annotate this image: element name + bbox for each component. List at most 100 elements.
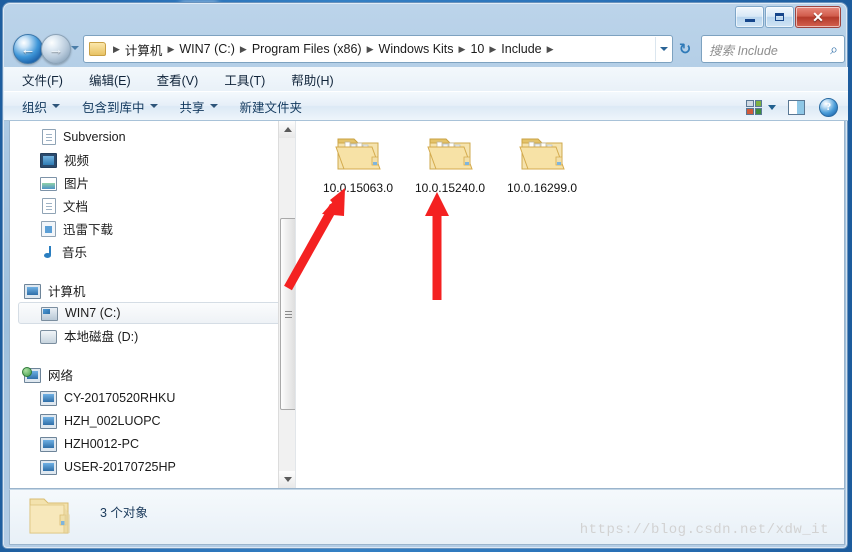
sidebar-item-label: 文档: [63, 200, 89, 214]
sidebar-item-hzh-002luopc[interactable]: HZH_002LUOPC: [10, 409, 295, 432]
sidebar-section-computer[interactable]: 计算机: [10, 279, 295, 302]
sidebar-item-label: 本地磁盘 (D:): [64, 330, 139, 344]
navigation-pane: Subversion 视频 图片 文档 迅雷下载 音乐 计算机 WIN7 (C:…: [10, 121, 296, 488]
disk-icon: [40, 329, 57, 344]
breadcrumb-item-1[interactable]: WIN7 (C:): [177, 41, 237, 57]
breadcrumb-item-4[interactable]: 10: [468, 41, 486, 57]
breadcrumb-item-3[interactable]: Windows Kits: [377, 41, 456, 57]
view-tile-2: [754, 99, 762, 107]
sidebar-item-label: 计算机: [48, 285, 86, 299]
command-bar-right: ?: [746, 92, 838, 122]
chevron-down-icon: [149, 104, 158, 108]
sidebar-item-label: WIN7 (C:): [65, 306, 121, 320]
explorer-window: ✕ ← → ▶ 计算机 ▶ WIN7 (C:) ▶ Program Files …: [2, 2, 848, 549]
sidebar-item-thunder-downloads[interactable]: 迅雷下载: [10, 217, 295, 240]
document-icon: [42, 197, 56, 214]
scrollbar-thumb[interactable]: [280, 218, 295, 410]
breadcrumb-item-2[interactable]: Program Files (x86): [250, 41, 364, 57]
organize-button[interactable]: 组织: [22, 97, 61, 116]
status-item-count: 3 个对象: [100, 506, 148, 520]
menu-item-tools[interactable]: 工具(T): [220, 68, 269, 91]
download-icon: [41, 220, 56, 237]
list-item[interactable]: 10.0.15063.0: [314, 133, 402, 196]
breadcrumb-separator: ▶: [113, 43, 120, 54]
scroll-down-button[interactable]: [279, 471, 295, 488]
include-in-library-label: 包含到库中: [82, 100, 145, 115]
menu-bar: 文件(F) 编辑(E) 查看(V) 工具(T) 帮助(H): [4, 67, 848, 91]
search-input[interactable]: 搜索 Include: [709, 40, 824, 59]
change-view-icon[interactable]: [746, 99, 762, 115]
breadcrumb-separator: ▶: [458, 43, 466, 54]
chevron-down-icon[interactable]: [768, 104, 776, 110]
menu-item-help[interactable]: 帮助(H): [287, 68, 337, 91]
document-icon: [42, 128, 56, 145]
menu-item-file[interactable]: 文件(F): [18, 68, 67, 91]
share-button[interactable]: 共享: [180, 97, 218, 116]
file-list-pane[interactable]: 10.0.15063.0 10.0.15240.0 10.0.16299.0: [296, 121, 844, 488]
list-item-label: 10.0.15240.0: [414, 181, 486, 195]
navigation-scrollbar[interactable]: [278, 121, 295, 488]
minimize-button[interactable]: [735, 5, 764, 28]
explorer-body: Subversion 视频 图片 文档 迅雷下载 音乐 计算机 WIN7 (C:…: [9, 121, 845, 489]
screenshot-root: ✕ ← → ▶ 计算机 ▶ WIN7 (C:) ▶ Program Files …: [0, 0, 852, 552]
sidebar-item-cy-20170520rhku[interactable]: CY-20170520RHKU: [10, 386, 295, 409]
sidebar-item-videos[interactable]: 视频: [10, 148, 295, 171]
sidebar-item-subversion[interactable]: Subversion: [10, 125, 295, 148]
include-in-library-button[interactable]: 包含到库中: [82, 97, 158, 116]
sidebar-item-user-20170725hp[interactable]: USER-20170725HP: [10, 455, 295, 478]
list-item-label: 10.0.16299.0: [506, 181, 578, 195]
picture-icon: [40, 176, 57, 191]
share-label: 共享: [179, 100, 205, 115]
maximize-button[interactable]: [765, 5, 794, 28]
help-icon[interactable]: ?: [819, 97, 838, 117]
breadcrumb-separator: ▶: [167, 43, 175, 54]
list-item[interactable]: 10.0.16299.0: [498, 133, 586, 196]
close-button[interactable]: ✕: [795, 5, 841, 28]
refresh-button[interactable]: ↻: [671, 35, 699, 63]
computer-icon: [40, 436, 57, 452]
sidebar-item-local-disk-d[interactable]: 本地磁盘 (D:): [10, 324, 295, 347]
sidebar-item-documents[interactable]: 文档: [10, 194, 295, 217]
sidebar-item-win7-c[interactable]: WIN7 (C:): [18, 302, 287, 324]
history-dropdown-icon[interactable]: [71, 46, 79, 50]
address-dropdown-icon[interactable]: [655, 37, 672, 61]
list-item[interactable]: 10.0.15240.0: [406, 133, 494, 196]
breadcrumb: ▶ 计算机 ▶ WIN7 (C:) ▶ Program Files (x86) …: [108, 39, 655, 60]
computer-icon: [40, 459, 57, 475]
sidebar-item-hzh0012-pc[interactable]: HZH0012-PC: [10, 432, 295, 455]
new-folder-label: 新建文件夹: [239, 100, 303, 115]
menu-item-edit[interactable]: 编辑(E): [85, 68, 135, 91]
window-controls: ✕: [734, 5, 841, 28]
address-bar[interactable]: ▶ 计算机 ▶ WIN7 (C:) ▶ Program Files (x86) …: [83, 35, 673, 63]
search-box[interactable]: 搜索 Include ⌕: [701, 35, 845, 63]
breadcrumb-item-0[interactable]: 计算机: [123, 39, 165, 60]
folder-icon: [332, 133, 384, 177]
breadcrumb-separator: ▶: [489, 43, 497, 54]
folder-icon: [516, 133, 568, 177]
folder-icon: [89, 42, 106, 56]
network-icon: [22, 366, 41, 383]
computer-icon: [24, 283, 41, 299]
breadcrumb-item-5[interactable]: Include: [499, 41, 543, 57]
sidebar-item-label: Subversion: [63, 129, 126, 144]
sidebar-item-label: 迅雷下载: [63, 223, 114, 237]
back-button[interactable]: ←: [13, 34, 43, 64]
organize-label: 组织: [22, 100, 48, 115]
sidebar-item-music[interactable]: 音乐: [10, 240, 295, 263]
title-bar: ✕: [3, 3, 847, 31]
preview-pane-icon[interactable]: [788, 99, 805, 115]
scroll-up-button[interactable]: [279, 121, 295, 138]
new-folder-button[interactable]: 新建文件夹: [240, 97, 303, 116]
sidebar-item-label: 网络: [48, 369, 74, 383]
folder-grid: 10.0.15063.0 10.0.15240.0 10.0.16299.0: [296, 121, 844, 196]
menu-item-view[interactable]: 查看(V): [153, 68, 203, 91]
sidebar-item-label: USER-20170725HP: [64, 459, 176, 474]
chevron-down-icon: [209, 104, 218, 108]
sidebar-item-pictures[interactable]: 图片: [10, 171, 295, 194]
sidebar-section-network[interactable]: 网络: [10, 363, 295, 386]
refresh-icon: ↻: [678, 40, 692, 58]
forward-button[interactable]: →: [41, 34, 71, 64]
folder-icon: [424, 133, 476, 177]
